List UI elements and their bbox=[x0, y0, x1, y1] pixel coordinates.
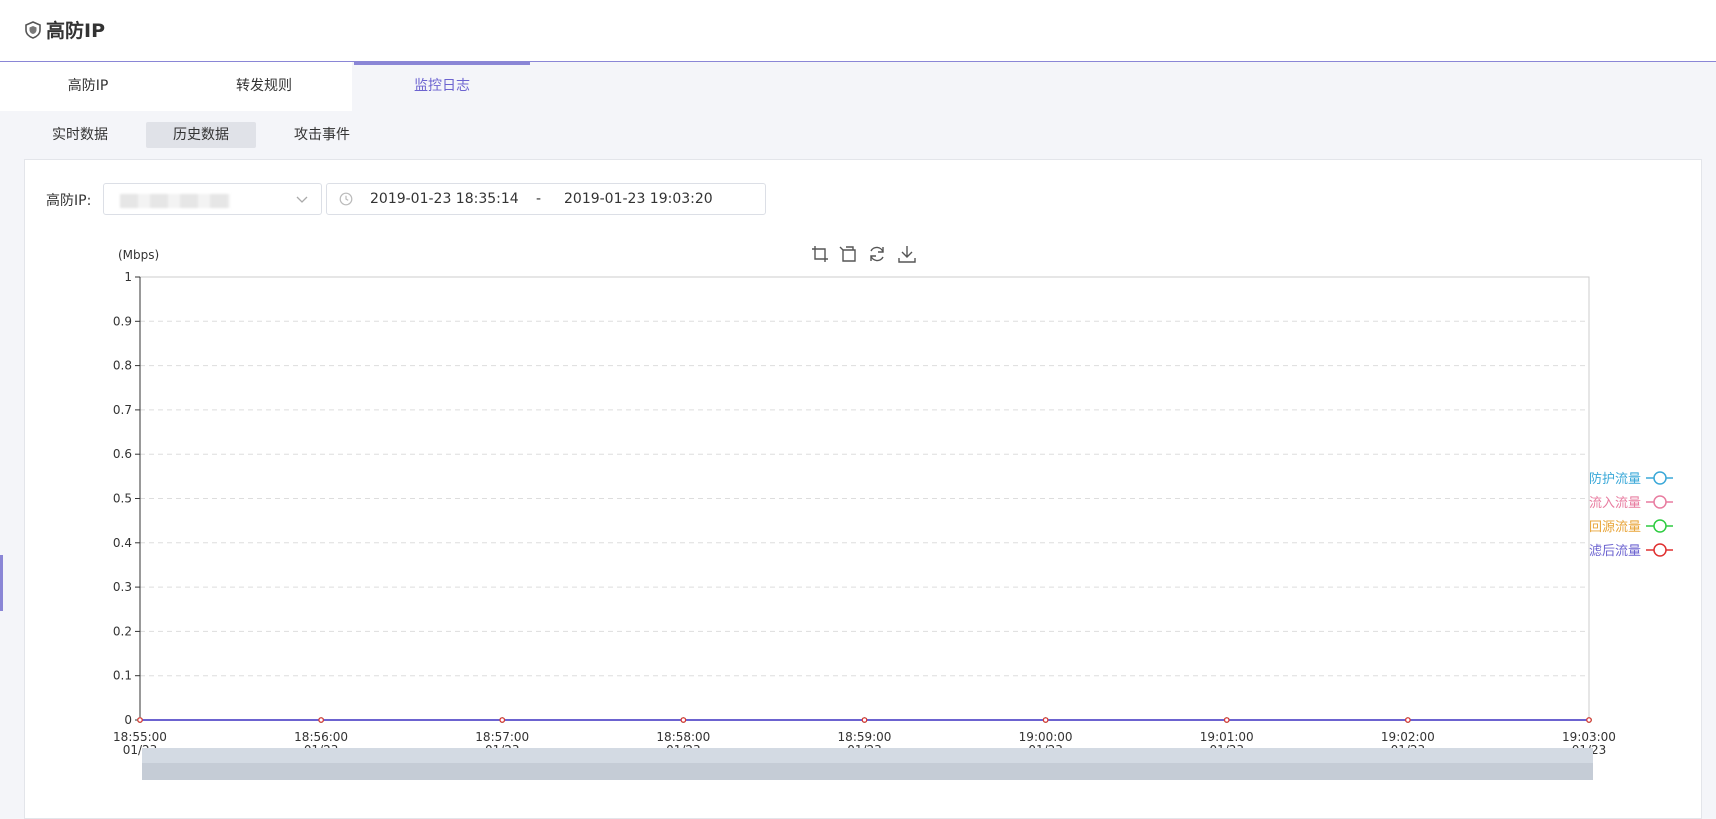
y-tick-label: 0.2 bbox=[113, 624, 132, 638]
zoom-slider-handle[interactable] bbox=[142, 763, 1593, 780]
data-point bbox=[861, 717, 868, 723]
x-tick-label: 18:55:00 bbox=[113, 730, 167, 744]
data-point bbox=[499, 717, 506, 723]
x-tick-label: 19:02:00 bbox=[1381, 730, 1435, 744]
y-tick-label: 0.6 bbox=[113, 447, 132, 461]
legend-swatch-marker[interactable] bbox=[1653, 519, 1667, 533]
data-point bbox=[137, 717, 143, 723]
legend-swatch-marker[interactable] bbox=[1653, 495, 1667, 509]
x-tick-label: 18:57:00 bbox=[475, 730, 529, 744]
data-point bbox=[1586, 717, 1592, 723]
y-tick-label: 0.8 bbox=[113, 359, 132, 373]
y-tick-label: 0.9 bbox=[113, 314, 132, 328]
legend-swatch-marker[interactable] bbox=[1653, 471, 1667, 485]
y-tick-label: 0.1 bbox=[113, 669, 132, 683]
y-tick-label: 1 bbox=[124, 270, 132, 284]
data-point bbox=[680, 717, 687, 723]
y-tick-label: 0 bbox=[124, 713, 132, 727]
data-point bbox=[1405, 717, 1411, 723]
y-axis-label: (Mbps) bbox=[118, 248, 159, 262]
data-point bbox=[1223, 717, 1230, 723]
y-tick-label: 0.4 bbox=[113, 536, 132, 550]
legend-swatch-marker[interactable] bbox=[1653, 543, 1667, 557]
legend-item-label: 防护流量 bbox=[1589, 471, 1641, 487]
y-tick-label: 0.7 bbox=[113, 403, 132, 417]
legend-item-label: 回源流量 bbox=[1589, 520, 1641, 535]
legend-item-label: 滤后流量 bbox=[1589, 544, 1641, 559]
legend-item-label: 流入流量 bbox=[1589, 496, 1641, 511]
y-tick-label: 0.3 bbox=[113, 580, 132, 594]
data-point bbox=[318, 717, 324, 723]
traffic-line-chart: 0 0.1 0.2 0.3 0.4 0.5 0.6 0.7 0.8 0.9 1 (Mbps) 18:55… bbox=[113, 248, 1673, 780]
y-tick-label: 0.5 bbox=[113, 492, 132, 506]
x-tick-label: 18:56:00 bbox=[294, 730, 348, 744]
x-tick-label: 18:58:00 bbox=[656, 730, 710, 744]
x-tick-label: 19:03:00 bbox=[1562, 730, 1616, 744]
x-tick-label: 19:00:00 bbox=[1019, 730, 1073, 744]
x-tick-label: 18:59:00 bbox=[838, 730, 892, 744]
x-tick-label: 19:01:00 bbox=[1200, 730, 1254, 744]
data-point bbox=[1042, 717, 1049, 723]
